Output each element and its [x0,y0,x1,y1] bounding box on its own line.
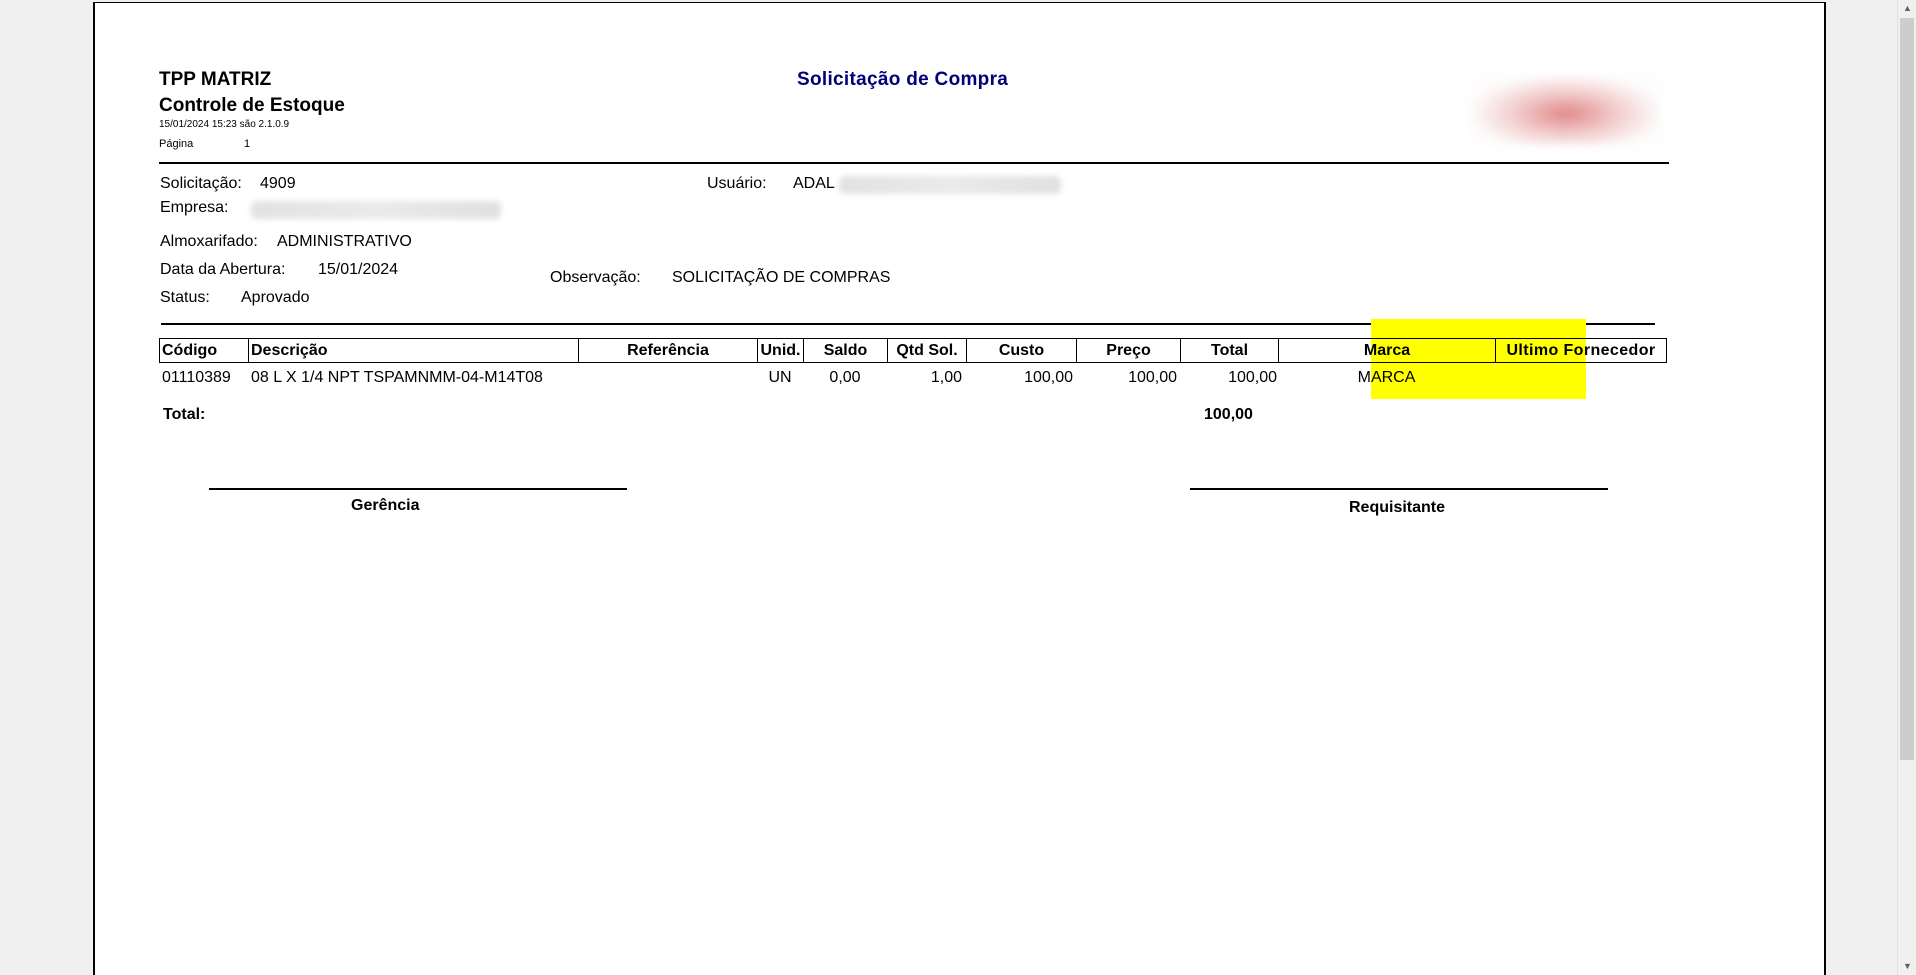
col-total: Total [1180,338,1278,363]
observacao-label: Observação: [550,269,641,286]
col-custo: Custo [966,338,1076,363]
cell-preco: 100,00 [1128,369,1177,386]
usuario-redacted [839,176,1061,194]
signature-line-left [209,488,627,490]
scroll-down-arrow-icon[interactable]: ▼ [1898,958,1916,975]
cell-descricao: 08 L X 1/4 NPT TSPAMNMM-04-M14T08 [251,369,543,386]
col-unid: Unid. [757,338,803,363]
solicitacao-label: Solicitação: [160,175,242,192]
col-preco: Preço [1076,338,1180,363]
col-codigo: Código [159,338,248,363]
data-abertura-label: Data da Abertura: [160,261,286,278]
cell-total: 100,00 [1228,369,1277,386]
empresa-label: Empresa: [160,199,229,216]
status-label: Status: [160,289,210,306]
page-label: Página [159,138,194,150]
almoxarifado-value: ADMINISTRATIVO [277,233,412,250]
signature-requisitante: Requisitante [1349,499,1446,516]
scroll-up-arrow-icon[interactable]: ▲ [1898,0,1916,17]
col-descricao: Descrição [248,338,578,363]
report-viewer: TPP MATRIZ Controle de Estoque 15/01/202… [0,0,1916,975]
page-number: 1 [244,138,251,150]
total-value: 100,00 [1204,406,1253,423]
col-ultimo-fornecedor: Ultimo Fornecedor [1495,338,1667,363]
cell-marca: MARCA [1357,369,1416,386]
observacao-value: SOLICITAÇÃO DE COMPRAS [672,269,891,286]
cell-saldo: 0,00 [829,369,861,386]
col-marca: Marca [1278,338,1495,363]
almoxarifado-label: Almoxarifado: [160,233,258,250]
cell-codigo: 01110389 [162,369,231,386]
company-name: TPP MATRIZ [159,69,272,90]
col-referencia: Referência [578,338,757,363]
scroll-thumb[interactable] [1900,18,1914,760]
usuario-label: Usuário: [707,175,767,192]
col-saldo: Saldo [803,338,887,363]
total-label: Total: [163,406,206,423]
cell-qtd-sol: 1,00 [930,369,962,386]
company-logo [1471,75,1661,145]
cell-custo: 100,00 [1024,369,1073,386]
cell-unid: UN [768,369,792,386]
header-divider [159,162,1669,164]
solicitacao-value: 4909 [260,175,296,192]
col-qtd-sol: Qtd Sol. [887,338,966,363]
signature-line-right [1190,488,1608,490]
module-name: Controle de Estoque [159,95,345,116]
report-page: TPP MATRIZ Controle de Estoque 15/01/202… [93,2,1826,975]
signature-gerencia: Gerência [351,497,420,514]
report-title: Solicitação de Compra [797,69,1009,90]
vertical-scrollbar[interactable]: ▲ ▼ [1897,0,1916,975]
usuario-value: ADAL [793,175,835,192]
empresa-redacted [251,201,501,219]
data-abertura-value: 15/01/2024 [318,261,399,278]
datetime-version: 15/01/2024 15:23 são 2.1.0.9 [159,119,290,130]
status-value: Aprovado [241,289,310,306]
